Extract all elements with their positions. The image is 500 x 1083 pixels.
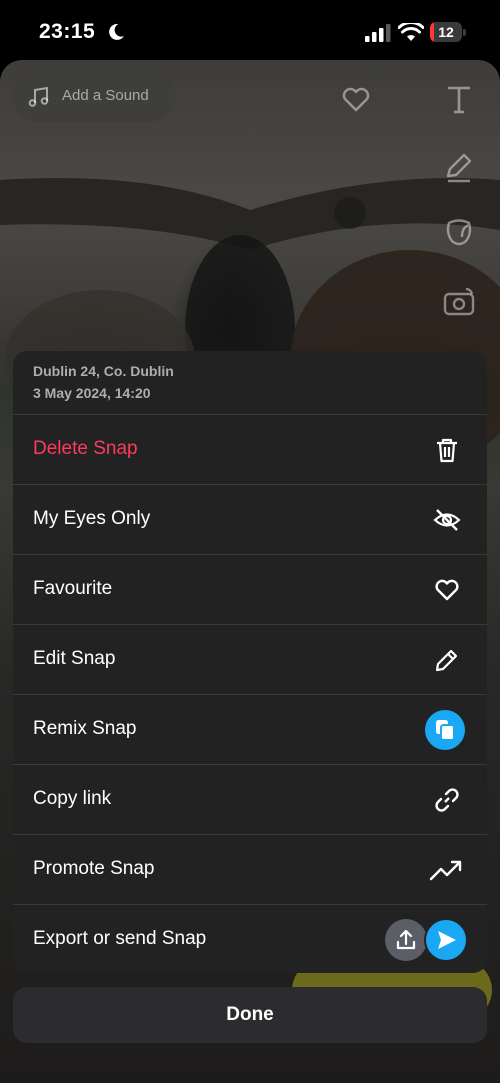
my-eyes-only-item[interactable]: My Eyes Only: [13, 485, 487, 555]
copy-link-item[interactable]: Copy link: [13, 765, 487, 835]
done-button[interactable]: Done: [13, 987, 487, 1043]
trend-up-icon: [429, 860, 462, 881]
battery-indicator: 12: [430, 22, 466, 44]
promote-snap-item[interactable]: Promote Snap: [13, 835, 487, 905]
edit-snap-label: Edit Snap: [33, 648, 116, 669]
sheet-header: Dublin 24, Co. Dublin 3 May 2024, 14:20: [13, 351, 487, 415]
cellular-signal-icon: [365, 24, 391, 42]
send-arrow-icon[interactable]: [424, 918, 468, 962]
battery-percentage: 12: [438, 24, 454, 40]
delete-snap-item[interactable]: Delete Snap: [13, 415, 487, 485]
pen-tool-icon[interactable]: [442, 150, 476, 184]
upload-icon[interactable]: [385, 919, 427, 961]
camera-switch-icon[interactable]: [442, 285, 476, 319]
link-icon: [435, 788, 459, 812]
add-sound-button[interactable]: Add a Sound: [13, 72, 175, 122]
copy-link-label: Copy link: [33, 788, 112, 809]
text-tool-icon[interactable]: [442, 82, 476, 116]
remix-icon: [425, 710, 465, 750]
music-note-icon: [28, 86, 49, 107]
favourite-label: Favourite: [33, 578, 113, 599]
export-send-label: Export or send Snap: [33, 928, 207, 949]
sticker-tool-icon[interactable]: [442, 215, 476, 249]
trash-icon: [437, 438, 457, 463]
wifi-icon: [398, 23, 424, 41]
export-send-item[interactable]: Export or send Snap: [13, 905, 487, 973]
add-sound-label: Add a Sound: [62, 87, 149, 104]
favourite-item[interactable]: Favourite: [13, 555, 487, 625]
my-eyes-only-label: My Eyes Only: [33, 508, 151, 529]
promote-snap-label: Promote Snap: [33, 858, 155, 879]
snap-location: Dublin 24, Co. Dublin: [33, 363, 174, 379]
remix-snap-label: Remix Snap: [33, 718, 137, 739]
snap-datetime: 3 May 2024, 14:20: [33, 385, 151, 401]
status-time: 23:15: [39, 20, 96, 43]
eye-slash-icon: [433, 509, 461, 531]
snap-action-sheet: Dublin 24, Co. Dublin 3 May 2024, 14:20 …: [13, 351, 487, 973]
heart-icon: [435, 579, 459, 601]
edit-snap-item[interactable]: Edit Snap: [13, 625, 487, 695]
remix-snap-item[interactable]: Remix Snap: [13, 695, 487, 765]
status-bar: 23:15 12: [0, 0, 500, 62]
pencil-icon: [435, 649, 458, 672]
delete-snap-label: Delete Snap: [33, 438, 138, 459]
moon-icon: [109, 23, 124, 40]
favourite-heart-icon[interactable]: [340, 84, 372, 116]
